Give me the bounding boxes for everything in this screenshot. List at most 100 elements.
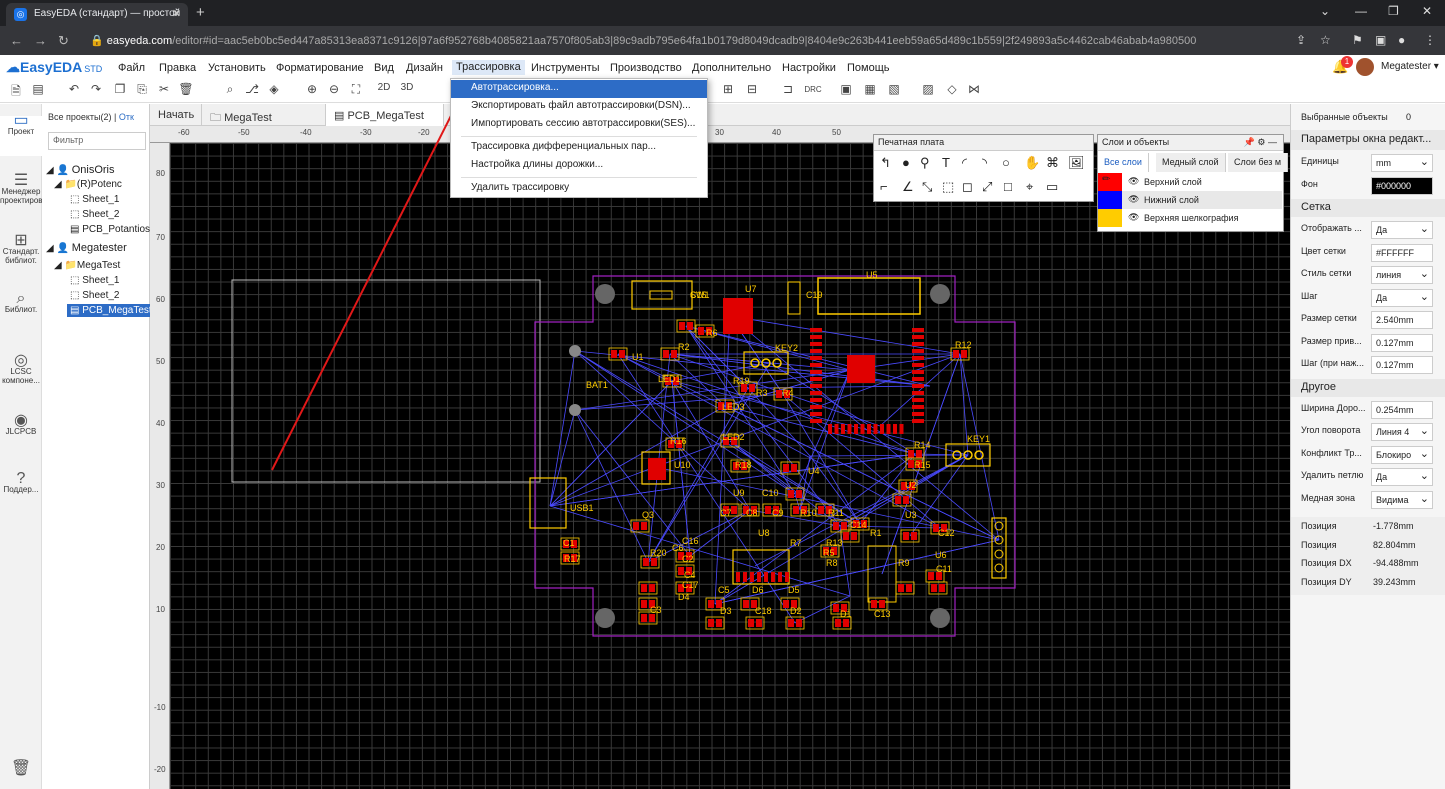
menu-design[interactable]: Дизайн (406, 62, 443, 74)
via-tool-icon[interactable]: ⚲ (920, 155, 930, 171)
hand-tool-icon[interactable]: ✋ (1024, 155, 1040, 171)
avatar[interactable] (1356, 58, 1374, 76)
property-input[interactable]: #FFFFFF (1371, 243, 1433, 262)
paste-icon[interactable]: ⎘ (134, 82, 150, 97)
restore-icon[interactable]: ❐ (1388, 4, 1399, 18)
line-tool-icon[interactable]: ⌐ (880, 179, 888, 194)
tab-all-layers[interactable]: Все слои (1098, 153, 1149, 172)
delete-icon[interactable]: 🗑 (178, 82, 194, 96)
filter-input[interactable]: Фильтр (48, 132, 146, 150)
tab-copper-layers[interactable]: Медный слой (1156, 153, 1226, 172)
section-header[interactable]: Сетка (1291, 199, 1445, 217)
find-icon[interactable]: ⌕ (222, 82, 238, 97)
bookmark-star-icon[interactable]: ☆ (1320, 33, 1331, 47)
tab-non-copper[interactable]: Слои без м (1228, 153, 1289, 172)
view-2d-button[interactable]: 2D (375, 82, 393, 93)
tree-node-user[interactable]: ◢ 👤 Megatester (46, 242, 127, 254)
menu-advanced[interactable]: Дополнительно (692, 62, 771, 74)
property-select[interactable]: Да (1371, 468, 1433, 486)
solid-region-icon[interactable]: ◻ (962, 179, 973, 195)
tree-node-pcb-selected[interactable]: ▤ PCB_MegaTest (67, 304, 155, 317)
fit-view-icon[interactable]: ⛶ (348, 82, 364, 97)
redo-icon[interactable]: ↷ (88, 82, 104, 96)
menu-file[interactable]: Файл (118, 62, 145, 74)
menu-tools[interactable]: Инструменты (531, 62, 600, 74)
rail-standard-lib[interactable]: ⊞ Стандарт. библиот. (0, 233, 42, 266)
rail-jlcpcb[interactable]: ◉ JLCPCB (0, 413, 42, 437)
property-select[interactable]: Видима (1371, 490, 1433, 509)
measure-icon[interactable]: ⊐ (780, 82, 796, 96)
layer-row-silk[interactable]: 👁 Верхняя шелкография (1098, 209, 1282, 227)
pick-place-icon[interactable]: ▧ (886, 82, 902, 96)
menu-item-delete-routing[interactable]: Удалить трассировку (451, 180, 707, 198)
arc2-tool-icon[interactable]: ◝ (982, 155, 987, 171)
opened-projects-link[interactable]: Отк (119, 112, 134, 122)
new-tab-icon[interactable]: + (196, 4, 205, 21)
tree-node-user[interactable]: ◢ 👤 OnisOris (46, 164, 114, 176)
copy-icon[interactable]: ❐ (112, 82, 128, 96)
sidepanel-icon[interactable]: ▣ (1375, 33, 1386, 47)
property-select[interactable]: линия (1371, 266, 1433, 284)
image-tool-icon[interactable]: 🖼 (1068, 155, 1085, 171)
tree-node-pcb[interactable]: ▤ PCB_Potantiosta (70, 224, 158, 235)
menu-view[interactable]: Вид (374, 62, 394, 74)
profile-icon[interactable]: ● (1398, 33, 1405, 47)
zoom-in-icon[interactable]: ⊕ (304, 82, 320, 96)
arc-tool-icon[interactable]: ◜ (962, 155, 967, 171)
url-field[interactable]: 🔒 easyeda.com/editor#id=aac5eb0bc5ed447a… (80, 30, 1280, 51)
circle-tool-icon[interactable]: ○ (1002, 155, 1010, 170)
distribute-icon[interactable]: ⊟ (744, 82, 760, 96)
rail-library[interactable]: ⌕ Библиот. (0, 291, 42, 315)
menu-route[interactable]: Трассировка (452, 60, 525, 75)
all-projects-link[interactable]: Все проекты(2) (48, 112, 112, 122)
rect-tool-icon[interactable]: □ (1004, 179, 1012, 194)
rail-project[interactable]: ▭ Проект (0, 113, 42, 156)
tree-node-folder[interactable]: ◢ 📁(R)Potenc (54, 179, 122, 190)
layer-color-swatch[interactable] (1098, 209, 1122, 227)
layers-icon[interactable]: ◇ (944, 82, 960, 96)
layer-row-bottom[interactable]: 👁 Нижний слой (1098, 191, 1282, 209)
trash-icon[interactable]: 🗑 (0, 761, 42, 777)
menu-item-diff-pairs[interactable]: Трассировка дифференциальных пар... (451, 139, 707, 157)
menu-item-import-ses[interactable]: Импортировать сессию автотрассировки(SES… (451, 116, 707, 134)
image-icon[interactable]: ▨ (920, 82, 936, 96)
pin-gear-icon[interactable]: 📌 ⚙ — (1244, 137, 1277, 148)
cut-icon[interactable]: ✂ (156, 82, 172, 96)
layer-color-swatch[interactable] (1098, 191, 1122, 209)
reload-icon[interactable]: ↻ (58, 33, 69, 49)
tree-node-folder[interactable]: ◢ 📁MegaTest (54, 260, 120, 271)
menu-edit[interactable]: Правка (159, 62, 196, 74)
measure-tool-icon[interactable]: ⤢ (982, 179, 992, 195)
window-close-icon[interactable]: ✕ (1422, 4, 1432, 18)
eye-icon[interactable]: 👁 (1128, 176, 1139, 187)
tab-megatest[interactable]: 🗀 MegaTest (202, 104, 326, 126)
eye-icon[interactable]: 👁 (1128, 194, 1139, 205)
layer-row-top[interactable]: ✏ 👁 Верхний слой (1098, 173, 1282, 191)
tree-node-sheet[interactable]: ⬚ Sheet_2 (70, 290, 120, 301)
gerber-icon[interactable]: ▣ (838, 82, 854, 96)
view-3d-button[interactable]: 3D (398, 82, 416, 93)
user-menu[interactable]: Megatester ▾ (1381, 61, 1439, 72)
property-input[interactable]: 0.127mm (1371, 356, 1433, 374)
tab-search-icon[interactable]: ⌄ (1320, 4, 1330, 18)
rail-support[interactable]: ? Поддер... (0, 471, 42, 495)
canvas-origin-icon[interactable]: ⌖ (1026, 179, 1033, 195)
close-tab-icon[interactable]: ✕ (172, 7, 181, 20)
forward-icon[interactable]: → (34, 33, 47, 48)
dimension-tool-icon[interactable]: ⌘ (1046, 155, 1059, 171)
undo-icon[interactable]: ↶ (66, 82, 82, 96)
property-input[interactable]: #000000 (1371, 176, 1433, 195)
menu-help[interactable]: Помощь (847, 62, 890, 74)
property-select[interactable]: Блокиро (1371, 445, 1433, 464)
align-icon[interactable]: ⊞ (720, 82, 736, 96)
minimize-icon[interactable]: — (1355, 4, 1367, 18)
menu-item-length-tuning[interactable]: Настройка длины дорожки... (451, 157, 707, 175)
back-icon[interactable]: ← (10, 33, 23, 48)
menu-settings[interactable]: Настройки (782, 62, 836, 74)
browser-menu-icon[interactable]: ⋮ (1424, 33, 1436, 47)
browser-tab[interactable]: ◎ EasyEDA (стандарт) — простой ✕ (6, 3, 188, 26)
tab-start[interactable]: Начать (150, 104, 202, 126)
share-icon[interactable]: ⇪ (1296, 33, 1306, 47)
copper-area-icon[interactable]: ⬚ (942, 179, 954, 195)
property-select[interactable]: Линия 4 (1371, 423, 1433, 441)
